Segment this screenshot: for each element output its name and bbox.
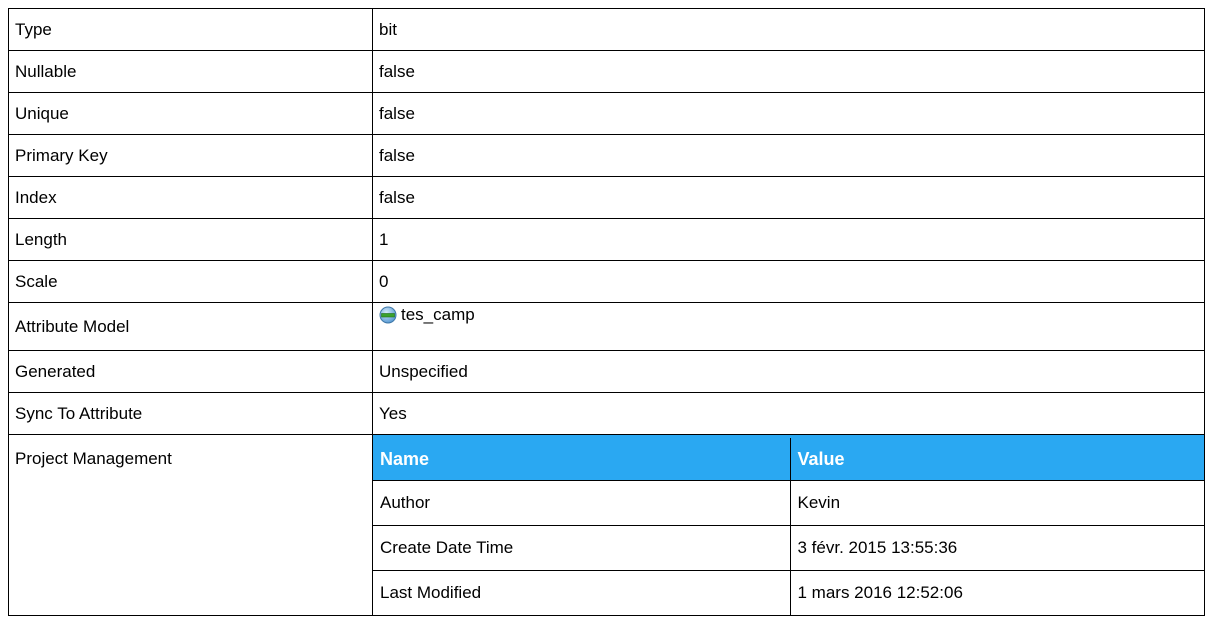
property-value: false (372, 176, 1205, 219)
property-label: Length (8, 218, 373, 261)
property-value: 1 (372, 218, 1205, 261)
table-row: Sync To Attribute Yes (8, 392, 1205, 435)
table-row: Generated Unspecified (8, 350, 1205, 393)
pm-name: Create Date Time (373, 525, 791, 571)
column-properties-sheet: Type bit Nullable false Unique false Pri… (8, 8, 1211, 616)
property-label: Generated (8, 350, 373, 393)
table-row: Create Date Time 3 févr. 2015 13:55:36 (373, 525, 1205, 571)
column-header-value: Value (789, 435, 1205, 481)
property-label: Scale (8, 260, 373, 303)
properties-table: Type bit Nullable false Unique false Pri… (8, 8, 1205, 616)
project-management-cell: Name Value Author Kevin Create Date Time (372, 434, 1205, 616)
attribute-model-label: tes_camp (401, 305, 475, 324)
attribute-model-link[interactable]: tes_camp (379, 305, 475, 325)
table-row: Author Kevin (373, 480, 1205, 526)
pm-value: 1 mars 2016 12:52:06 (789, 570, 1205, 615)
pm-value: Kevin (789, 480, 1205, 526)
pm-name: Author (373, 480, 791, 526)
table-row: Nullable false (8, 50, 1205, 93)
table-row: Project Management Name Value Author Kev… (8, 434, 1205, 616)
table-row: Unique false (8, 92, 1205, 135)
property-label: Nullable (8, 50, 373, 93)
property-value: tes_camp (372, 302, 1205, 351)
property-label: Primary Key (8, 134, 373, 177)
property-value: false (372, 92, 1205, 135)
property-value: bit (372, 8, 1205, 51)
attribute-model-icon (379, 306, 397, 324)
property-label: Project Management (8, 434, 373, 616)
property-value: Yes (372, 392, 1205, 435)
property-label: Unique (8, 92, 373, 135)
table-row: Scale 0 (8, 260, 1205, 303)
project-management-table: Name Value Author Kevin Create Date Time (373, 435, 1205, 615)
table-row: Index false (8, 176, 1205, 219)
property-value: 0 (372, 260, 1205, 303)
property-label: Type (8, 8, 373, 51)
column-header-name: Name (373, 435, 791, 481)
property-value: false (372, 134, 1205, 177)
table-row: Primary Key false (8, 134, 1205, 177)
table-row: Attribute Model tes_camp (8, 302, 1205, 351)
pm-value: 3 févr. 2015 13:55:36 (789, 525, 1205, 571)
table-header-row: Name Value (373, 435, 1205, 481)
property-value: Unspecified (372, 350, 1205, 393)
table-row: Type bit (8, 8, 1205, 51)
pm-name: Last Modified (373, 570, 791, 615)
property-value: false (372, 50, 1205, 93)
property-label: Sync To Attribute (8, 392, 373, 435)
property-label: Index (8, 176, 373, 219)
table-row: Length 1 (8, 218, 1205, 261)
property-label: Attribute Model (8, 302, 373, 351)
table-row: Last Modified 1 mars 2016 12:52:06 (373, 570, 1205, 615)
